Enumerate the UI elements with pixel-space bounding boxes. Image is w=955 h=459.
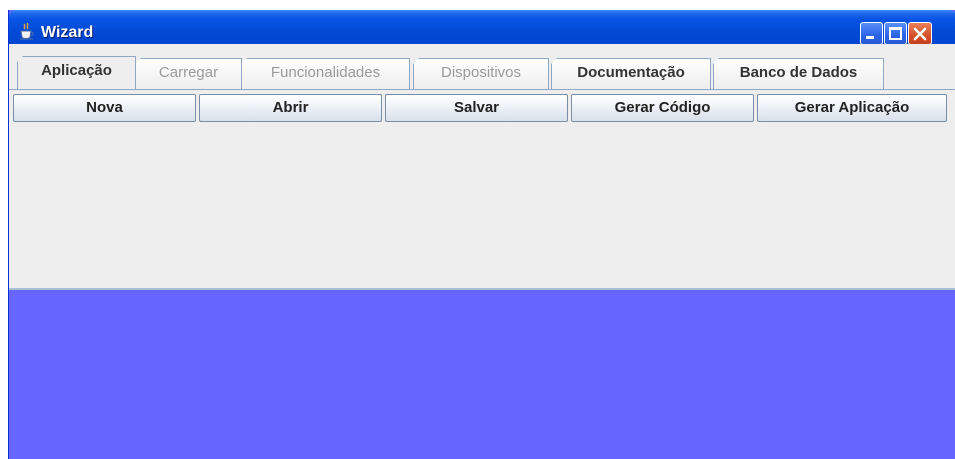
button-toolbar: Nova Abrir Salvar Gerar Código Gerar Apl…	[13, 94, 953, 122]
wizard-window: Wizard Aplicação Carregar Funcionalidade…	[8, 10, 955, 459]
close-button[interactable]	[908, 22, 932, 45]
window-title: Wizard	[41, 24, 94, 41]
tab-documentacao[interactable]: Documentação	[551, 58, 711, 89]
tab-carregar[interactable]: Carregar	[135, 58, 242, 89]
tab-aplicacao[interactable]: Aplicação	[17, 56, 136, 90]
tab-bar: Aplicação Carregar Funcionalidades Dispo…	[9, 56, 955, 90]
blue-background-area	[9, 292, 955, 459]
gerar-aplicacao-button[interactable]: Gerar Aplicação	[757, 94, 947, 122]
tab-divider	[9, 89, 955, 90]
tab-banco-de-dados[interactable]: Banco de Dados	[713, 58, 884, 89]
close-icon	[913, 27, 927, 41]
gerar-codigo-button[interactable]: Gerar Código	[571, 94, 754, 122]
tab-dispositivos[interactable]: Dispositivos	[413, 58, 549, 89]
abrir-button[interactable]: Abrir	[199, 94, 382, 122]
minimize-button[interactable]	[860, 22, 883, 45]
tab-funcionalidades[interactable]: Funcionalidades	[241, 58, 410, 89]
minimize-icon	[866, 36, 874, 39]
maximize-icon	[889, 27, 902, 40]
nova-button[interactable]: Nova	[13, 94, 196, 122]
java-cup-icon	[19, 22, 35, 41]
content-panel: Aplicação Carregar Funcionalidades Dispo…	[9, 44, 955, 290]
maximize-button[interactable]	[884, 22, 907, 45]
salvar-button[interactable]: Salvar	[385, 94, 568, 122]
